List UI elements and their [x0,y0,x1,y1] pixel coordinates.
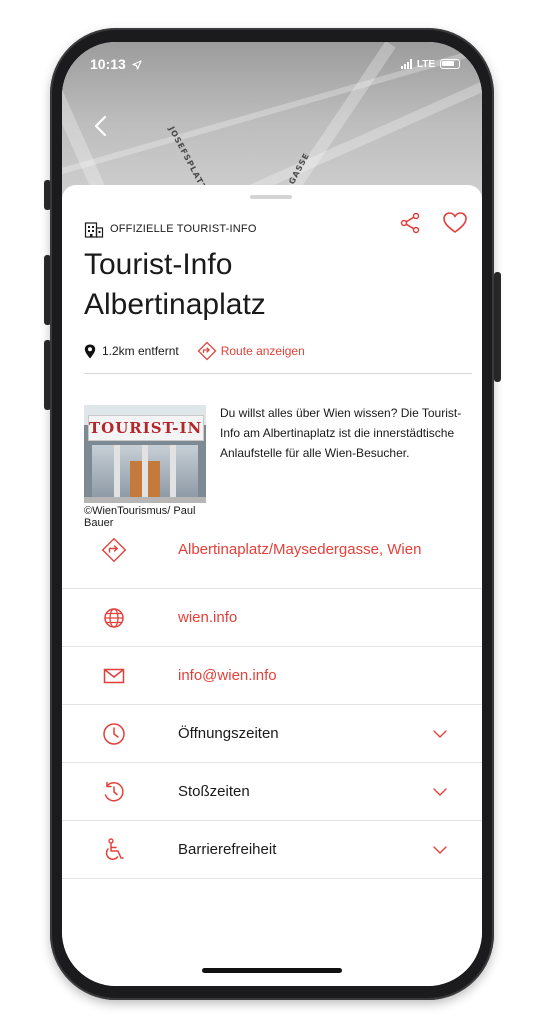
email-icon-box [84,667,144,685]
battery-icon [440,59,460,69]
history-clock-icon [104,781,124,801]
distance-text: 1.2km entfernt [102,344,179,358]
page-title: Tourist-Info Albertinaplatz [84,245,414,325]
chevron-left-icon[interactable] [88,112,116,140]
location-arrow-icon [132,60,142,70]
chevron-down-icon[interactable] [432,845,448,855]
title-line-2: Albertinaplatz [84,288,266,321]
address-icon-box [84,535,144,565]
phone-screen: JOSEFSPLATZ GASSE 10:13 LTE OFFIZIELLE T… [62,42,482,986]
email-row[interactable]: info@wien.info [62,647,482,705]
opening-hours-label: Öffnungszeiten [178,724,279,742]
location-pin-icon [84,344,96,358]
distance-row: 1.2km entfernt Route anzeigen [84,341,305,361]
power-button [494,272,501,382]
route-link-label: Route anzeigen [220,344,305,358]
category-label: OFFIZIELLE TOURIST-INFO [84,219,257,239]
opening-hours-icon-box [84,722,144,746]
wheelchair-icon [105,837,124,860]
status-indicators: LTE [400,58,460,70]
status-time: 10:13 [90,56,142,72]
chevron-down-icon[interactable] [432,729,448,739]
network-label: LTE [416,58,435,70]
category-text: OFFIZIELLE TOURIST-INFO [110,223,257,235]
website-row[interactable]: wien.info [62,589,482,647]
intro-description: Du willst alles über Wien wissen? Die To… [220,406,462,460]
header-actions [398,211,468,235]
website-link[interactable]: wien.info [178,609,237,626]
chevron-down-icon[interactable] [432,787,448,797]
detail-sheet: OFFIZIELLE TOURIST-INFO Tourist-Info Alb… [62,185,482,986]
share-icon[interactable] [398,211,422,235]
email-link[interactable]: info@wien.info [178,667,277,684]
peak-times-row[interactable]: Stoßzeiten [62,763,482,821]
accessibility-icon-box [84,837,144,862]
status-bar: 10:13 LTE [62,42,482,86]
mail-icon [103,668,125,683]
address-text: Albertinaplatz/Maysedergasse, Wien [178,540,422,558]
heart-icon[interactable] [442,211,468,235]
title-line-1: Tourist-Info [84,248,233,281]
divider [84,373,472,374]
building-icon [84,222,104,238]
route-link[interactable]: Route anzeigen [197,341,305,361]
route-arrow-icon [197,341,217,361]
home-indicator[interactable] [202,968,342,973]
info-list: Albertinaplatz/Maysedergasse, Wien wien.… [62,511,482,879]
accessibility-row[interactable]: Barrierefreiheit [62,821,482,879]
location-photo[interactable]: TOURIST-INFO [84,405,206,503]
sheet-grabber[interactable] [250,195,292,199]
accessibility-label: Barrierefreiheit [178,840,277,858]
status-time-text: 10:13 [90,56,126,72]
clock-icon [103,722,125,745]
address-row[interactable]: Albertinaplatz/Maysedergasse, Wien [62,511,482,589]
peak-times-label: Stoßzeiten [178,782,250,800]
peak-times-icon-box [84,780,144,804]
website-icon-box [84,607,144,629]
opening-hours-row[interactable]: Öffnungszeiten [62,705,482,763]
route-arrow-icon [101,537,127,562]
globe-icon [104,607,124,628]
photo-sign: TOURIST-INFO [88,415,204,441]
signal-icon [400,59,412,69]
